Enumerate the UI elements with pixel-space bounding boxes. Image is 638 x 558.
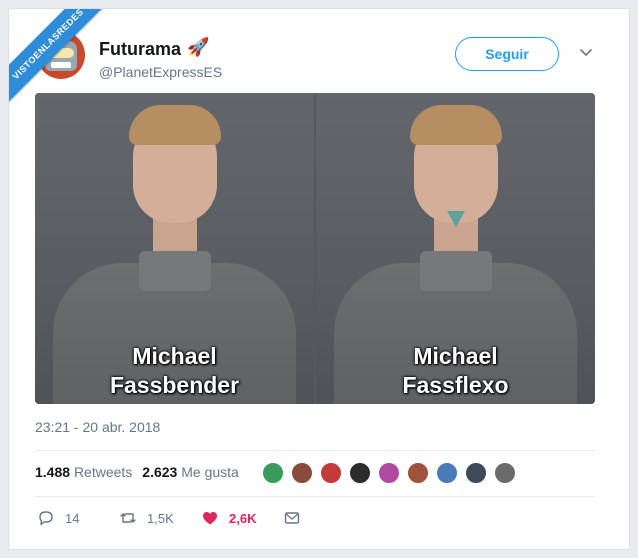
reply-count: 14 bbox=[65, 510, 80, 526]
retweet-icon bbox=[120, 513, 136, 523]
likes-count: 2.623 bbox=[142, 464, 178, 480]
retweet-count: 1,5K bbox=[147, 510, 174, 526]
liker-avatar[interactable] bbox=[319, 461, 343, 485]
hair bbox=[129, 105, 221, 145]
chevron-down-icon[interactable] bbox=[577, 43, 595, 61]
like-count: 2,6K bbox=[229, 510, 257, 526]
liker-avatar[interactable] bbox=[290, 461, 314, 485]
message-action[interactable] bbox=[283, 507, 311, 529]
caption-line-2: Fassbender bbox=[109, 372, 240, 398]
rocket-icon: 🚀 bbox=[187, 37, 210, 57]
reply-icon bbox=[39, 511, 53, 526]
caption-line-2: Fassflexo bbox=[402, 372, 509, 398]
retweets-stat[interactable]: 1.488 Retweets bbox=[35, 464, 132, 480]
author-handle[interactable]: @PlanetExpressES bbox=[99, 64, 222, 80]
avatar-mouth bbox=[51, 62, 71, 68]
engagement-stats: 1.488 Retweets 2.623 Me gusta bbox=[35, 464, 239, 480]
collar bbox=[139, 251, 211, 291]
media-panel-right: Michael Fassflexo bbox=[316, 93, 595, 404]
follow-button[interactable]: Seguir bbox=[455, 37, 559, 71]
liker-avatar[interactable] bbox=[348, 461, 372, 485]
retweet-action[interactable]: 1,5K bbox=[119, 507, 174, 529]
media-panel-left: Michael Fassbender bbox=[35, 93, 314, 404]
liker-avatar[interactable] bbox=[377, 461, 401, 485]
likes-stat[interactable]: 2.623 Me gusta bbox=[142, 464, 239, 480]
heart-icon bbox=[203, 512, 217, 525]
liker-avatar[interactable] bbox=[261, 461, 285, 485]
collar bbox=[420, 251, 492, 291]
tweet-timestamp[interactable]: 23:21 - 20 abr. 2018 bbox=[35, 419, 160, 435]
likes-label: Me gusta bbox=[181, 464, 239, 480]
tweet-actions: 14 1,5K 2,6K bbox=[35, 507, 355, 531]
liker-avatar[interactable] bbox=[406, 461, 430, 485]
retweets-label: Retweets bbox=[73, 464, 133, 480]
author-name[interactable]: Futurama bbox=[99, 39, 181, 60]
liker-avatar[interactable] bbox=[493, 461, 517, 485]
divider bbox=[35, 450, 595, 451]
hair bbox=[410, 105, 502, 145]
caption-line-1: Michael bbox=[132, 343, 217, 369]
tweet-card: VISTOENLASREDES Futurama 🚀 @PlanetExpres… bbox=[8, 8, 630, 550]
flexo-beard bbox=[447, 211, 465, 227]
tweet-media[interactable]: Michael Fassbender Michael Fassflexo bbox=[35, 93, 595, 404]
retweets-count: 1.488 bbox=[35, 464, 71, 480]
reply-action[interactable]: 14 bbox=[37, 507, 79, 529]
caption-line-1: Michael bbox=[413, 343, 498, 369]
like-action[interactable]: 2,6K bbox=[201, 507, 256, 529]
envelope-icon bbox=[284, 512, 300, 524]
divider bbox=[35, 496, 595, 497]
liker-avatar[interactable] bbox=[435, 461, 459, 485]
liker-avatar[interactable] bbox=[464, 461, 488, 485]
